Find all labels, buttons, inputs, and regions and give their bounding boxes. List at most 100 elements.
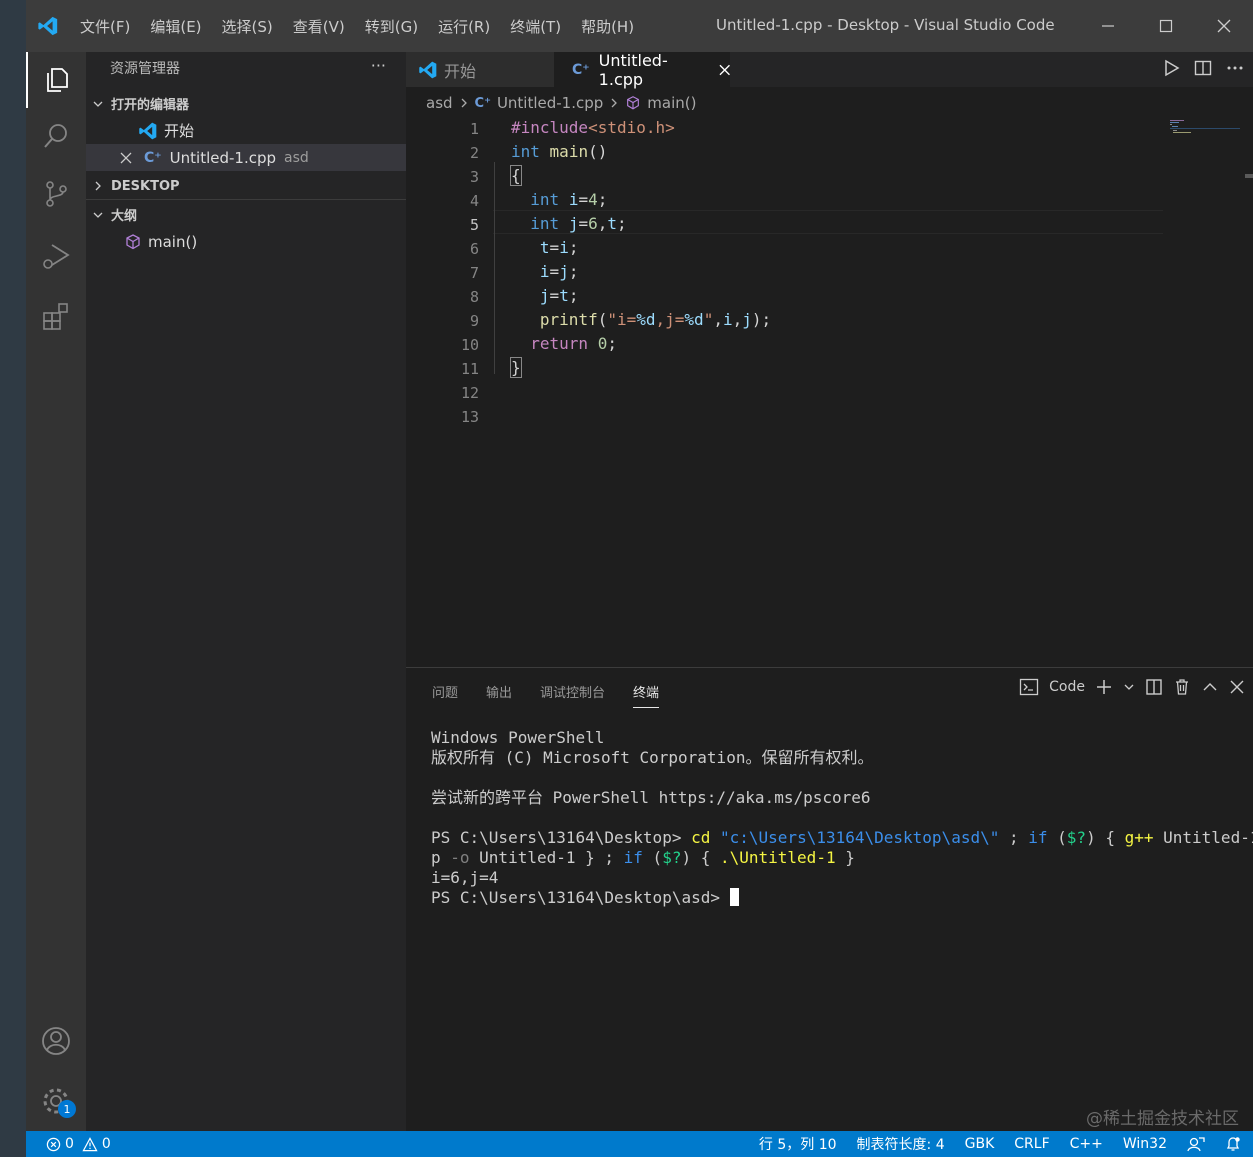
scrollbar[interactable] bbox=[1245, 174, 1253, 178]
line-ending[interactable]: CRLF bbox=[1014, 1136, 1049, 1152]
close-window-button[interactable] bbox=[1195, 0, 1253, 52]
terminal-icon bbox=[1020, 678, 1039, 696]
chevron-down-icon bbox=[93, 101, 103, 107]
breadcrumb-symbol[interactable]: main() bbox=[647, 94, 696, 112]
code-line-5: int j=6,t; bbox=[530, 214, 627, 233]
line-number: 4 bbox=[469, 192, 479, 210]
more-actions-icon[interactable]: ··· bbox=[371, 56, 386, 75]
code-line-3: { bbox=[510, 165, 522, 186]
open-editor-label: 开始 bbox=[164, 122, 195, 140]
terminal-name[interactable]: Code bbox=[1049, 679, 1085, 695]
terminal-line: ​ bbox=[431, 808, 1246, 828]
menu-selection[interactable]: 选择(S) bbox=[212, 16, 283, 37]
explorer-sidebar: 资源管理器 ··· 打开的编辑器 开始 C⁺ Untitled-1.cpp as… bbox=[86, 52, 406, 1131]
outline-section[interactable]: 大纲 bbox=[86, 201, 406, 228]
code-editor[interactable]: 1 2 3 4 5 6 7 8 9 10 11 12 13 #include<stdio.h> int … bbox=[406, 114, 1253, 666]
code-line-7: i=j; bbox=[539, 262, 579, 281]
platform[interactable]: Win32 bbox=[1123, 1136, 1167, 1152]
tab-problems[interactable]: 问题 bbox=[432, 682, 458, 708]
explorer-icon[interactable] bbox=[26, 52, 86, 108]
close-icon[interactable] bbox=[120, 152, 132, 164]
line-number: 2 bbox=[469, 144, 479, 162]
bottom-panel: 问题 输出 调试控制台 终端 Code Windows PowerShell 版权… bbox=[406, 667, 1253, 1131]
settings-gear-icon[interactable] bbox=[26, 1073, 86, 1129]
indent-guide bbox=[494, 162, 495, 374]
split-terminal-icon[interactable] bbox=[1145, 678, 1163, 696]
code-line-11: } bbox=[510, 357, 522, 378]
menu-run[interactable]: 运行(R) bbox=[428, 16, 500, 37]
code-line-10: return 0; bbox=[530, 334, 617, 353]
terminal-line: 版权所有 (C) Microsoft Corporation。保留所有权利。 bbox=[431, 748, 874, 767]
minimize-button[interactable] bbox=[1079, 0, 1137, 52]
method-cube-icon bbox=[126, 233, 140, 249]
breadcrumb-file[interactable]: Untitled-1.cpp bbox=[497, 94, 603, 112]
cursor-position[interactable]: 行 5，列 10 bbox=[759, 1134, 837, 1154]
line-number: 8 bbox=[469, 288, 479, 306]
close-icon[interactable] bbox=[719, 64, 730, 76]
vscode-icon bbox=[419, 61, 437, 78]
code-line-8: j=t; bbox=[539, 286, 579, 305]
run-code-icon[interactable] bbox=[1161, 58, 1181, 78]
code-line-9: printf("i=%d,j=%d",i,j); bbox=[539, 310, 772, 329]
run-debug-icon[interactable] bbox=[26, 228, 86, 284]
open-editors-section[interactable]: 打开的编辑器 bbox=[86, 90, 406, 117]
open-editor-label: Untitled-1.cpp bbox=[169, 148, 277, 167]
tab-welcome[interactable]: 开始 bbox=[406, 52, 554, 87]
terminal-cursor bbox=[729, 888, 739, 906]
menu-bar: 文件(F) 编辑(E) 选择(S) 查看(V) 转到(G) 运行(R) 终端(T… bbox=[70, 16, 644, 37]
more-actions-icon[interactable] bbox=[1225, 58, 1245, 78]
menu-help[interactable]: 帮助(H) bbox=[571, 16, 644, 37]
open-editor-item-welcome[interactable]: 开始 bbox=[86, 117, 406, 144]
menu-go[interactable]: 转到(G) bbox=[355, 16, 428, 37]
trash-icon[interactable] bbox=[1173, 678, 1191, 696]
code-line-1: #include<stdio.h> bbox=[511, 118, 675, 137]
title-bar: 文件(F) 编辑(E) 选择(S) 查看(V) 转到(G) 运行(R) 终端(T… bbox=[26, 0, 1253, 52]
warning-count: 0 bbox=[101, 1136, 111, 1152]
chevron-down-icon bbox=[93, 212, 103, 218]
tab-output[interactable]: 输出 bbox=[486, 682, 512, 708]
tab-label: 开始 bbox=[444, 61, 477, 81]
notifications-bell-icon[interactable] bbox=[1225, 1136, 1241, 1152]
tab-size[interactable]: 制表符长度: 4 bbox=[857, 1134, 945, 1154]
chevron-up-icon[interactable] bbox=[1201, 678, 1219, 696]
terminal-line: 尝试新的跨平台 PowerShell https://aka.ms/pscore… bbox=[431, 788, 871, 807]
search-icon[interactable] bbox=[26, 108, 86, 164]
menu-view[interactable]: 查看(V) bbox=[283, 16, 355, 37]
window-title: Untitled-1.cpp - Desktop - Visual Studio… bbox=[716, 16, 1055, 34]
minimap[interactable] bbox=[1170, 118, 1240, 138]
encoding[interactable]: GBK bbox=[965, 1136, 995, 1152]
tab-label: Untitled-1.cpp bbox=[598, 50, 668, 89]
source-control-icon[interactable] bbox=[26, 166, 86, 222]
breadcrumb-folder[interactable]: asd bbox=[426, 94, 453, 112]
tab-debug-console[interactable]: 调试控制台 bbox=[540, 682, 605, 708]
extensions-icon[interactable] bbox=[26, 288, 86, 344]
open-editor-item-untitled[interactable]: C⁺ Untitled-1.cpp asd bbox=[86, 144, 406, 171]
code-line-2: int main() bbox=[511, 142, 608, 161]
close-icon[interactable] bbox=[1229, 679, 1245, 695]
tab-terminal[interactable]: 终端 bbox=[633, 682, 660, 708]
line-number: 6 bbox=[469, 240, 479, 258]
terminal-output[interactable]: Windows PowerShell 版权所有 (C) Microsoft Cor… bbox=[431, 728, 1253, 908]
line-number: 10 bbox=[460, 336, 479, 354]
chevron-down-icon[interactable] bbox=[1123, 681, 1135, 693]
line-number: 1 bbox=[469, 120, 479, 138]
language-mode[interactable]: C++ bbox=[1070, 1136, 1103, 1152]
line-number: 13 bbox=[460, 408, 479, 426]
desktop-folder-section[interactable]: DESKTOP bbox=[86, 173, 406, 200]
split-editor-icon[interactable] bbox=[1193, 58, 1213, 78]
outline-item-main[interactable]: main() bbox=[86, 228, 406, 255]
menu-edit[interactable]: 编辑(E) bbox=[140, 16, 211, 37]
feedback-icon[interactable] bbox=[1187, 1136, 1205, 1152]
outline-label: 大纲 bbox=[111, 209, 138, 224]
line-number: 9 bbox=[469, 312, 479, 330]
tab-untitled-cpp[interactable]: C⁺ Untitled-1.cpp bbox=[554, 50, 730, 89]
menu-file[interactable]: 文件(F) bbox=[70, 16, 140, 37]
open-editors-label: 打开的编辑器 bbox=[111, 98, 190, 113]
menu-terminal[interactable]: 终端(T) bbox=[500, 16, 571, 37]
accounts-icon[interactable] bbox=[26, 1013, 86, 1069]
outline-item-label: main() bbox=[148, 232, 198, 251]
maximize-button[interactable] bbox=[1137, 0, 1195, 52]
new-terminal-icon[interactable] bbox=[1095, 678, 1113, 696]
open-editor-folder: asd bbox=[284, 149, 309, 166]
problems-status[interactable]: 0 0 bbox=[46, 1136, 111, 1152]
